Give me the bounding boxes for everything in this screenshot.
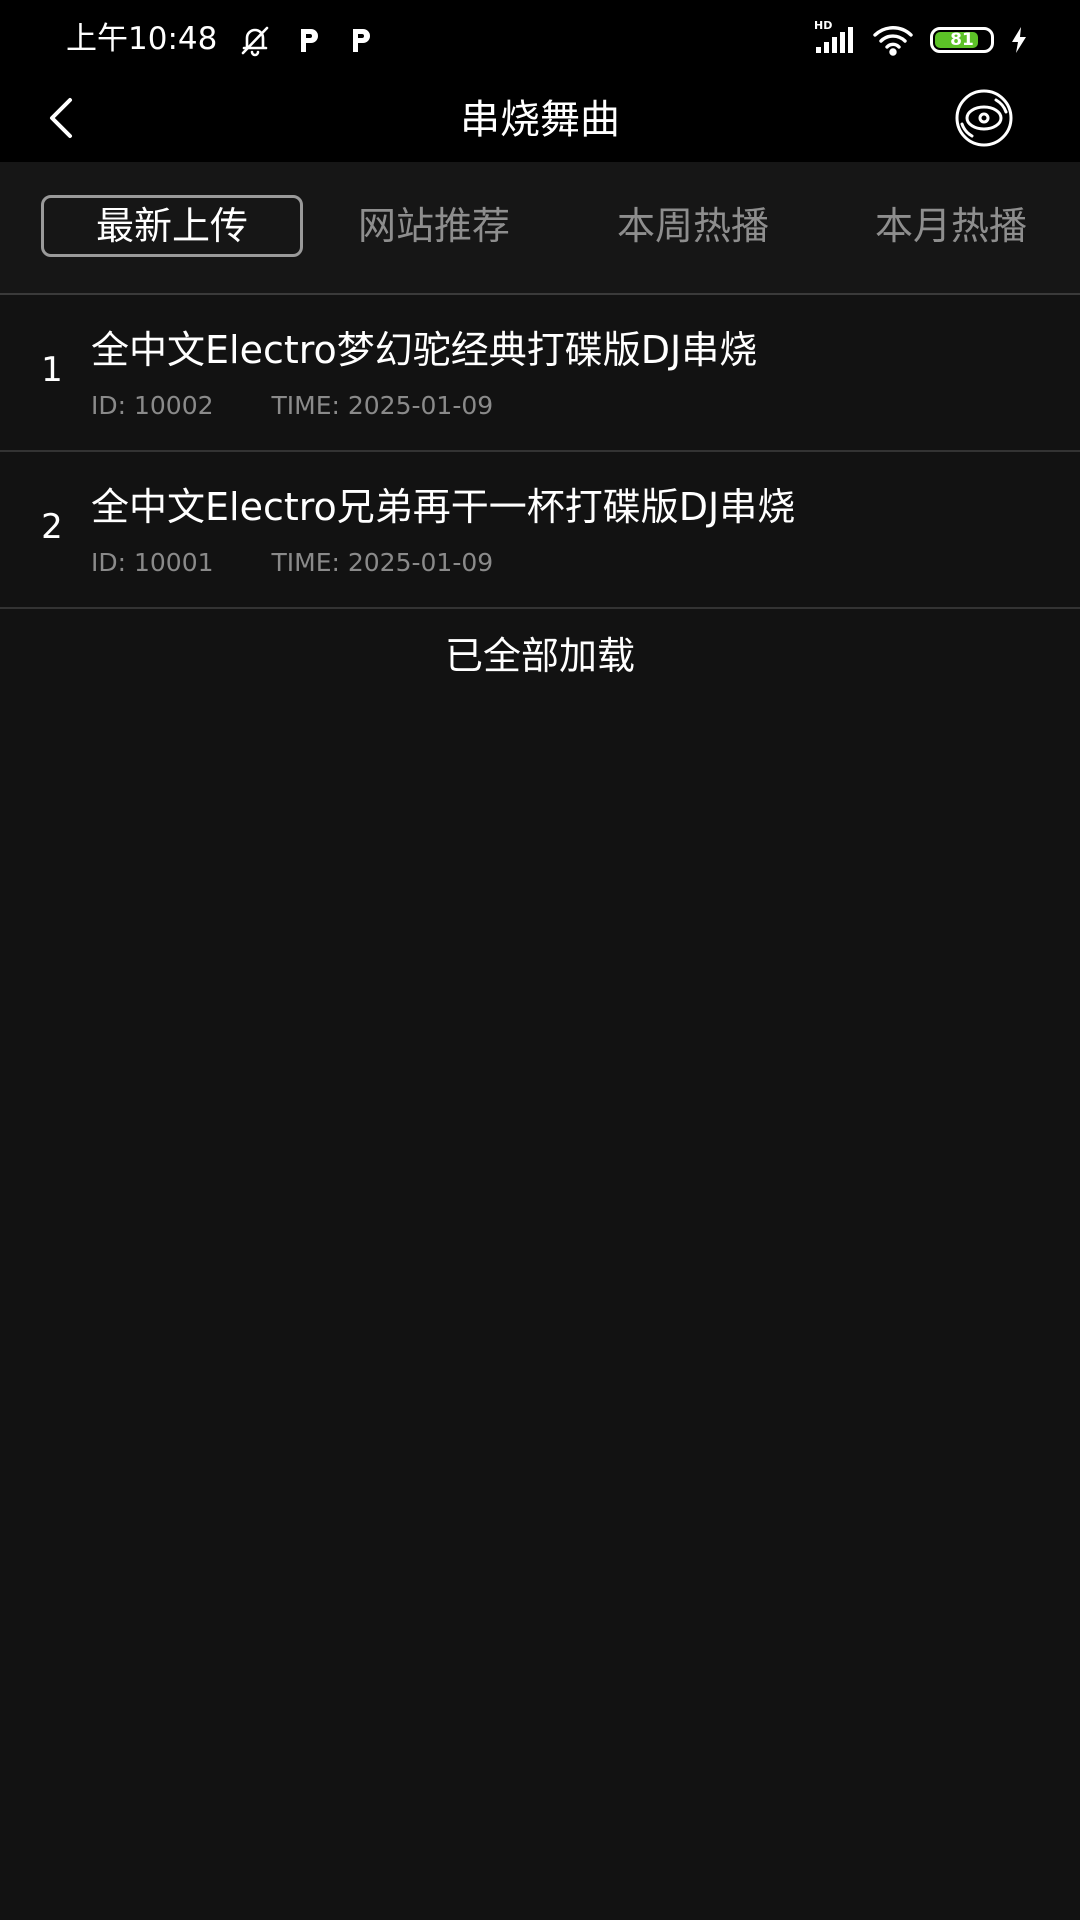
item-id: ID: 10002	[91, 391, 214, 420]
network-label: HD	[814, 19, 833, 32]
tab-latest-upload[interactable]: 最新上传	[41, 195, 303, 257]
battery: 81	[930, 27, 994, 53]
p-app-icon	[346, 25, 376, 55]
tab-monthly-hot[interactable]: 本月热播	[820, 195, 1080, 257]
nav-bar: 串烧舞曲	[0, 78, 1080, 162]
p-app-icon	[294, 25, 324, 55]
bell-off-icon	[238, 23, 272, 57]
item-time: TIME: 2025-01-09	[271, 391, 494, 420]
disc-button[interactable]	[950, 86, 1018, 154]
wifi-icon	[872, 24, 914, 56]
tab-site-recommend[interactable]: 网站推荐	[303, 195, 565, 257]
signal-icon: HD	[814, 19, 856, 55]
item-time: TIME: 2025-01-09	[271, 548, 494, 577]
disc-icon	[954, 88, 1014, 152]
item-id: ID: 10001	[91, 548, 214, 577]
item-title: 全中文Electro梦幻驼经典打碟版DJ串烧	[91, 328, 758, 372]
charging-icon	[1010, 26, 1028, 54]
status-right-icons: HD 81	[798, 19, 1028, 58]
battery-text: 81	[950, 30, 974, 50]
page-title: 串烧舞曲	[460, 97, 620, 143]
battery-icon: 81	[930, 27, 994, 53]
list-item[interactable]: 1 全中文Electro梦幻驼经典打碟版DJ串烧 ID: 10002 TIME:…	[0, 295, 1080, 452]
item-title: 全中文Electro兄弟再干一杯打碟版DJ串烧	[91, 485, 796, 529]
tab-weekly-hot[interactable]: 本周热播	[562, 195, 824, 257]
item-index: 2	[41, 507, 63, 547]
list-item[interactable]: 2 全中文Electro兄弟再干一杯打碟版DJ串烧 ID: 10001 TIME…	[0, 452, 1080, 609]
status-time: 上午10:48	[66, 21, 218, 57]
item-index: 1	[41, 350, 63, 390]
status-left-icons	[238, 22, 398, 58]
song-list: 1 全中文Electro梦幻驼经典打碟版DJ串烧 ID: 10002 TIME:…	[0, 295, 1080, 609]
tab-bar: 最新上传 网站推荐 本周热播 本月热播	[0, 162, 1080, 295]
load-complete-text: 已全部加载	[444, 634, 635, 678]
item-meta: ID: 10002 TIME: 2025-01-09	[91, 389, 493, 423]
status-bar: 上午10:48 HD 81	[0, 0, 1080, 78]
item-meta: ID: 10001 TIME: 2025-01-09	[91, 546, 493, 580]
